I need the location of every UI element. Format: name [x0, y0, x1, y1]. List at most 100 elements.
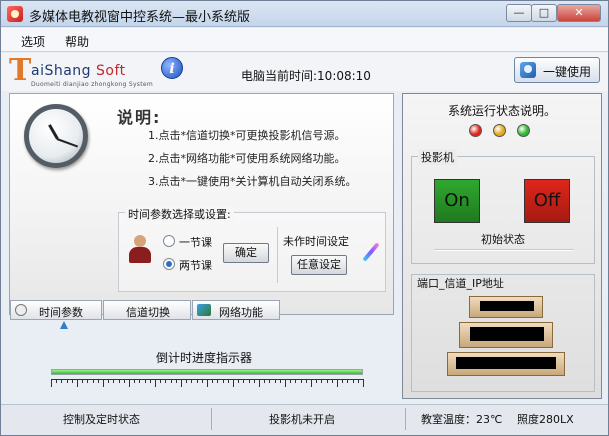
control-timer-status: 控制及定时状态 [63, 413, 140, 426]
current-time: 电脑当前时间:10:08:10 [241, 67, 371, 84]
ruler-tick [108, 379, 110, 383]
status-separator [211, 408, 212, 430]
clock-minute-hand [56, 138, 79, 148]
ruler-tick [337, 379, 338, 387]
logo-soft-text: Soft [96, 63, 126, 79]
radio-two-lessons-label: 两节课 [179, 259, 212, 272]
no-time-set-label: 未作时间设定 [283, 235, 349, 248]
current-time-prefix: 电脑当前时间: [241, 69, 318, 83]
menu-item-options[interactable]: 选项 [21, 33, 45, 50]
ruler-tick [217, 379, 219, 383]
status-light-yellow [493, 124, 506, 137]
progress-pointer-icon [60, 321, 68, 333]
minimize-button[interactable]: — [506, 4, 532, 22]
port-device-screen [480, 301, 534, 311]
ruler-tick [305, 379, 307, 383]
one-key-use-label: 一键使用 [543, 65, 592, 79]
classroom-temperature: 教室温度：23℃ [421, 413, 503, 426]
ruler-tick [363, 379, 364, 387]
time-params-title: 时间参数选择或设置: [125, 206, 234, 222]
channel-device-icon [459, 322, 553, 348]
ruler-tick [97, 379, 99, 383]
teacher-icon-head [134, 235, 146, 247]
explain-line: 3.点击*一键使用*关计算机自动关闭系统。 [148, 175, 357, 188]
ruler-tick [295, 379, 297, 383]
maximize-button[interactable]: □ [531, 4, 557, 22]
radio-one-lesson[interactable] [163, 235, 175, 247]
ip-device-screen [456, 357, 556, 369]
ruler-tick [259, 379, 260, 387]
status-panel: 系统运行状态说明。 投影机 On Off 初始状态 端口_信道_IP地址 [402, 93, 602, 399]
ruler-tick [71, 379, 73, 383]
ruler-tick [51, 379, 52, 387]
projector-group: 投影机 On Off 初始状态 [411, 149, 595, 264]
one-key-icon [520, 62, 536, 78]
port-device-icon [469, 296, 543, 318]
tab-network-label: 网络功能 [219, 306, 263, 319]
projector-on-button[interactable]: On [434, 179, 480, 223]
ruler-tick [279, 379, 281, 383]
logo-initial: T [9, 53, 32, 88]
ruler-tick [134, 379, 136, 383]
radio-two-lessons[interactable] [163, 258, 175, 270]
ruler-tick [233, 379, 234, 387]
ruler-tick [285, 379, 286, 387]
network-icon [197, 304, 211, 316]
menu-item-help[interactable]: 帮助 [65, 33, 89, 50]
ruler-tick [61, 379, 63, 383]
explain-line: 1.点击*信道切换*可更换投影机信号源。 [148, 129, 346, 142]
status-light-green [517, 124, 530, 137]
tab-channel-switch[interactable]: 信道切换 [103, 300, 191, 320]
ruler-tick [129, 379, 130, 387]
ruler-tick [82, 379, 84, 383]
custom-setting-button[interactable]: 任意设定 [291, 255, 347, 275]
channel-device-screen [470, 327, 544, 341]
ruler-tick [248, 379, 250, 383]
tab-time-params[interactable]: 时间参数 [10, 300, 102, 320]
menu-bar: 选项 帮助 [1, 28, 608, 52]
initial-state-label: 初始状态 [481, 233, 525, 246]
ruler-tick [103, 379, 104, 387]
projector-status: 投影机未开启 [269, 413, 335, 426]
clock-radio-icon [15, 304, 27, 316]
ruler-tick [149, 379, 151, 383]
one-key-use-button[interactable]: 一键使用 [514, 57, 600, 83]
logo-brand-text: aiShang [31, 63, 97, 79]
info-icon[interactable]: i [161, 57, 183, 79]
tab-channel-switch-label: 信道切换 [126, 306, 170, 319]
logo-subtitle: Duomeiti dianjiao zhongkong System [31, 81, 154, 88]
ruler-tick [274, 379, 276, 383]
magic-wand-icon[interactable] [362, 243, 380, 261]
logo-brand: aiShang Soft [31, 63, 126, 79]
ruler-tick [170, 379, 172, 383]
ruler-tick [118, 379, 120, 383]
ruler-tick [227, 379, 229, 383]
ruler-tick [113, 379, 115, 383]
taishang-soft-logo: T aiShang Soft Duomeiti dianjiao zhongko… [9, 53, 159, 89]
tab-time-params-label: 时间参数 [39, 306, 83, 319]
ruler-tick [92, 379, 94, 383]
confirm-button[interactable]: 确定 [223, 243, 269, 263]
ruler-tick [212, 379, 214, 383]
app-window: 多媒体电教视窗中控系统—最小系统版 — □ ✕ 选项 帮助 T aiShang … [0, 0, 609, 436]
ruler-tick [123, 379, 125, 383]
teacher-icon [127, 235, 153, 265]
ruler-tick [77, 379, 78, 387]
close-button[interactable]: ✕ [557, 4, 601, 22]
ruler-tick [201, 379, 203, 383]
projector-off-button[interactable]: Off [524, 179, 570, 223]
main-panel: 说明: 1.点击*信道切换*可更换投影机信号源。 2.点击*网络功能*可使用系统… [9, 93, 394, 320]
ruler-tick [181, 379, 182, 387]
ruler-tick [160, 379, 162, 383]
tab-network[interactable]: 网络功能 [192, 300, 280, 320]
clock-icon [24, 104, 88, 168]
ruler-tick [269, 379, 271, 383]
countdown-ruler [51, 379, 364, 389]
projector-divider [434, 249, 574, 251]
ruler-tick [316, 379, 318, 383]
ruler-tick [347, 379, 349, 383]
params-separator [277, 227, 278, 283]
current-time-value: 10:08:10 [317, 69, 371, 83]
illuminance: 照度280LX [517, 413, 574, 426]
ruler-tick [238, 379, 240, 383]
